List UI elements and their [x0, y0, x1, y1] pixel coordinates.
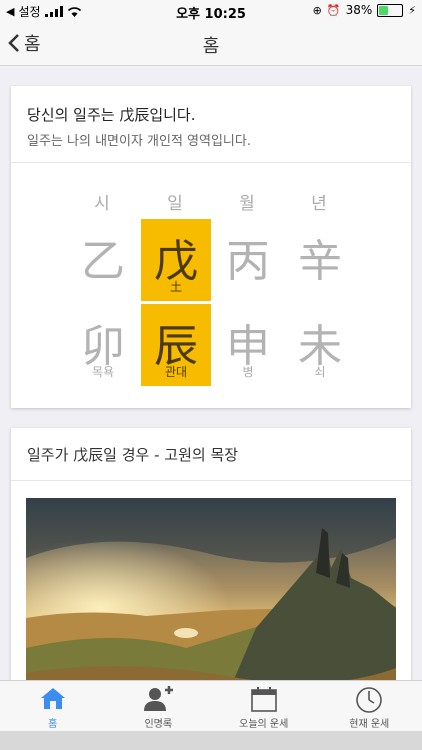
- battery-icon: [377, 3, 404, 17]
- pillar-label-day: 일: [167, 194, 183, 214]
- tab-contacts[interactable]: 인명록: [106, 681, 212, 731]
- pillar-card-header: 당신의 일주는 戊辰입니다. 일주는 나의 내면이자 개인적 영역입니다.: [11, 86, 411, 163]
- landscape-image: [26, 498, 396, 680]
- home-icon: [40, 688, 65, 709]
- pillar-label-year: 년: [311, 194, 327, 214]
- earthly-branch-day: 辰 관대: [141, 304, 211, 386]
- lock-rotation-icon: ⊕: [312, 3, 322, 17]
- tab-current-fortune[interactable]: 현재 운세: [317, 681, 422, 731]
- tab-home[interactable]: 홈: [0, 681, 106, 731]
- pillar-card-subtitle: 일주는 나의 내면이자 개인적 영역입니다.: [27, 134, 251, 149]
- heavenly-stem-month: 丙: [226, 236, 270, 287]
- alarm-icon: ⏰: [326, 3, 341, 17]
- calendar-icon: [250, 687, 277, 712]
- charging-icon: ⚡: [408, 3, 416, 17]
- tab-today-fortune[interactable]: 오늘의 운세: [211, 681, 317, 731]
- heavenly-stem-year: 辛: [298, 236, 342, 287]
- pillar-label-month: 월: [239, 194, 255, 214]
- element-label: 土: [169, 280, 182, 294]
- description-card-title: 일주가 戊辰일 경우 - 고원의 목장: [11, 428, 411, 481]
- earthly-branch-month: 申 병: [226, 321, 270, 379]
- status-bar: ◀ 설정 오후 10:25 ⊕ ⏰ 38% ⚡: [0, 0, 422, 22]
- earthly-branch-hour: 卯 목욕: [81, 321, 125, 379]
- main-content[interactable]: 당신의 일주는 戊辰입니다. 일주는 나의 내면이자 개인적 영역입니다. 시 …: [0, 66, 422, 680]
- pillar-card: 당신의 일주는 戊辰입니다. 일주는 나의 내면이자 개인적 영역입니다. 시 …: [11, 86, 411, 408]
- navigation-bar: 홈 홈: [0, 22, 422, 66]
- battery-percent: 38%: [345, 3, 373, 17]
- home-indicator-area: [0, 731, 422, 750]
- heavenly-stem-day: 戊 土: [141, 219, 211, 301]
- earthly-branch-year: 未 쇠: [298, 321, 342, 379]
- heavenly-stem-hour: 乙: [81, 236, 125, 287]
- page-title: 홈: [202, 36, 220, 57]
- day-pillar-description-card[interactable]: 일주가 戊辰일 경우 - 고원의 목장: [11, 428, 411, 680]
- tab-bar: 홈 인명록 오늘의 운세 현재 운세: [0, 680, 422, 731]
- add-person-icon: [144, 686, 174, 711]
- clock-icon: [356, 687, 383, 713]
- pillar-label-hour: 시: [94, 194, 110, 214]
- pillar-card-title: 당신의 일주는 戊辰입니다.: [27, 106, 196, 124]
